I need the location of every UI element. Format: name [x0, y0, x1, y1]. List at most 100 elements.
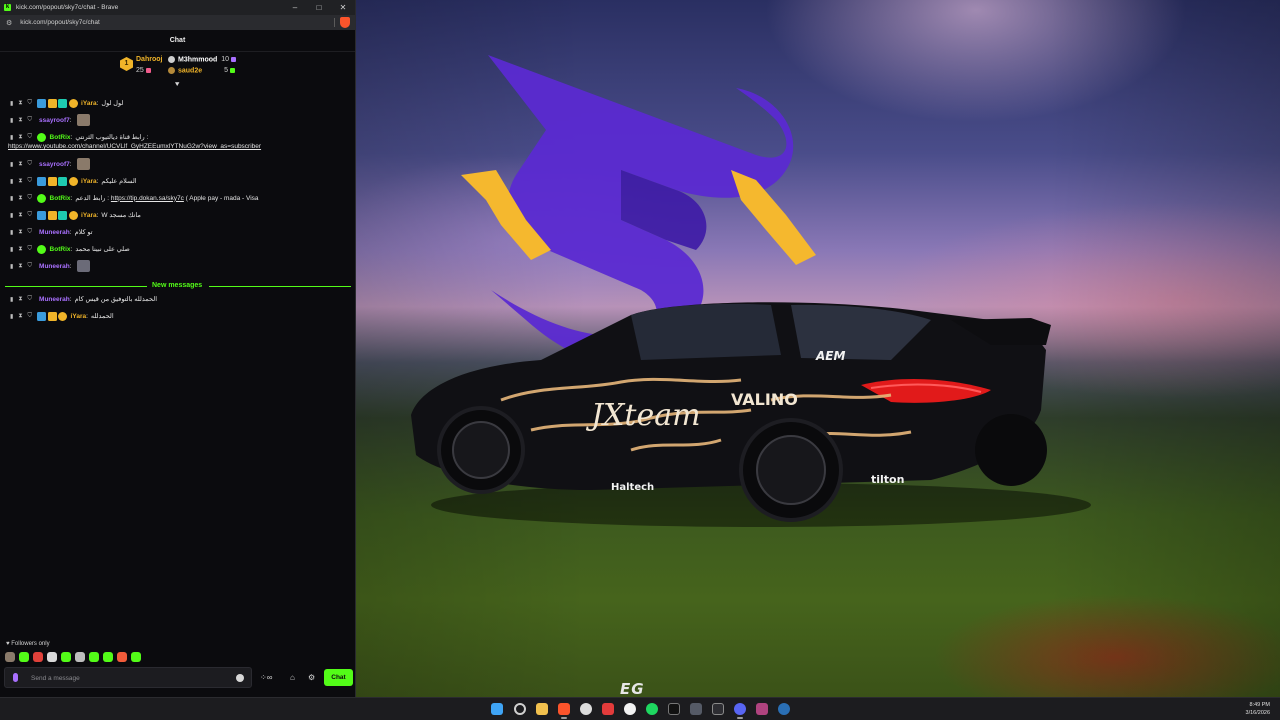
chat-username[interactable]: BotRix: [50, 134, 71, 141]
shield-mod-icon[interactable]: ⛉: [28, 178, 33, 185]
chat-message[interactable]: ▮ ⧗ ⛉ BotRix: رابط الدعم : https://tip.dok…: [10, 192, 259, 204]
window-titlebar[interactable]: k kick.com/popout/sky7c/chat - Brave – □…: [0, 0, 355, 15]
shield-mod-icon[interactable]: ⛉: [28, 246, 33, 253]
shield-mod-icon[interactable]: ⛉: [28, 263, 33, 270]
pin-icon[interactable]: ▮: [10, 161, 13, 168]
timeout-icon[interactable]: ⧗: [18, 117, 22, 124]
chat-username[interactable]: ssayroof7: [39, 117, 70, 124]
chat-username[interactable]: Muneerah: [39, 263, 70, 270]
youtube-link[interactable]: https://www.youtube.com/channel/UCVLlf_G…: [8, 143, 261, 150]
timeout-settings-button[interactable]: ⁘∞: [260, 673, 272, 682]
emote-button[interactable]: [117, 652, 127, 662]
gifter-1[interactable]: Dahrooj: [136, 56, 162, 63]
tip-link[interactable]: https://tip.dokan.sa/sky7c: [111, 195, 184, 202]
chat-username[interactable]: iYara: [71, 313, 87, 320]
chat-message[interactable]: ▮ ⧗ ⛉ BotRix: صلي على نبينا محمد: [10, 243, 130, 255]
timeout-icon[interactable]: ⧗: [18, 161, 22, 168]
search-icon[interactable]: [514, 703, 526, 715]
timeout-icon[interactable]: ⧗: [18, 263, 22, 270]
app-icon[interactable]: [602, 703, 614, 715]
pin-icon[interactable]: ▮: [10, 195, 13, 202]
pin-icon[interactable]: ▮: [10, 134, 13, 141]
close-button[interactable]: ✕: [331, 0, 355, 15]
chat-username[interactable]: BotRix: [50, 246, 71, 253]
chat-message[interactable]: ▮ ⧗ ⛉ BotRix: رابط قناة ديالتيوب الثرنتي :: [10, 131, 148, 143]
pin-icon[interactable]: ▮: [10, 263, 13, 270]
chat-message[interactable]: ▮ ⧗ ⛉ Muneerah: تو كلام: [10, 226, 93, 238]
address-bar[interactable]: ⚙ kick.com/popout/sky7c/chat: [0, 15, 355, 30]
chat-username[interactable]: iYara: [81, 212, 97, 219]
app-icon[interactable]: [668, 703, 680, 715]
brave-shield-icon[interactable]: [340, 17, 350, 28]
chat-username[interactable]: Muneerah: [39, 296, 70, 303]
chat-message[interactable]: ▮ ⧗ ⛉ ssayroof7:: [10, 158, 90, 170]
shield-mod-icon[interactable]: ⛉: [28, 161, 33, 168]
shield-mod-icon[interactable]: ⛉: [28, 296, 33, 303]
emote-button[interactable]: [47, 652, 57, 662]
pin-icon[interactable]: ▮: [10, 178, 13, 185]
timeout-icon[interactable]: ⧗: [18, 313, 22, 320]
mic-icon[interactable]: [13, 673, 18, 682]
file-explorer-icon[interactable]: [536, 703, 548, 715]
pin-icon[interactable]: ▮: [10, 212, 13, 219]
timeout-icon[interactable]: ⧗: [18, 296, 22, 303]
pin-icon[interactable]: ▮: [10, 100, 13, 107]
gifter-3[interactable]: saud2e 5: [168, 67, 236, 74]
chat-message[interactable]: ▮ ⧗ ⛉ iYara: لول لول: [10, 97, 123, 109]
timeout-icon[interactable]: ⧗: [18, 229, 22, 236]
timeout-icon[interactable]: ⧗: [18, 100, 22, 107]
settings-gear-icon[interactable]: ⚙: [308, 673, 315, 682]
send-chat-button[interactable]: Chat: [324, 669, 353, 686]
shield-mod-icon[interactable]: ⛉: [28, 195, 33, 202]
emote-button[interactable]: [5, 652, 15, 662]
chat-message[interactable]: ▮ ⧗ ⛉ Muneerah: الحمدلله بالتوفيق من قيس ك…: [10, 293, 157, 305]
xbox-icon[interactable]: [712, 703, 724, 715]
chat-username[interactable]: BotRix: [50, 195, 71, 202]
spotify-icon[interactable]: [646, 703, 658, 715]
pin-icon[interactable]: ▮: [10, 313, 13, 320]
maximize-button[interactable]: □: [307, 0, 331, 15]
chat-username[interactable]: ssayroof7: [39, 161, 70, 168]
shield-mod-icon[interactable]: ⛉: [28, 229, 33, 236]
windows-start-icon[interactable]: [491, 703, 503, 715]
emote-button[interactable]: [89, 652, 99, 662]
shield-mod-icon[interactable]: ⛉: [28, 117, 33, 124]
timeout-icon[interactable]: ⧗: [18, 178, 22, 185]
system-clock[interactable]: 8:49 PM 3/16/2026: [1246, 701, 1270, 717]
emoji-picker-icon[interactable]: [236, 674, 244, 682]
emote-button[interactable]: [19, 652, 29, 662]
expand-pinned-icon[interactable]: ⯆: [174, 80, 180, 90]
timeout-icon[interactable]: ⧗: [18, 195, 22, 202]
app-icon[interactable]: [690, 703, 702, 715]
chat-message[interactable]: ▮ ⧗ ⛉ iYara: الحمدلله: [10, 310, 114, 322]
url-text[interactable]: kick.com/popout/sky7c/chat: [20, 19, 99, 26]
shield-mod-icon[interactable]: ⛉: [28, 100, 33, 107]
emote-button[interactable]: [33, 652, 43, 662]
gifter-2[interactable]: M3hmmood 10: [168, 56, 237, 63]
emote-button[interactable]: [61, 652, 71, 662]
pin-icon[interactable]: ▮: [10, 229, 13, 236]
site-settings-icon[interactable]: ⚙: [6, 19, 12, 27]
minimize-button[interactable]: –: [283, 0, 307, 15]
discord-icon[interactable]: [734, 703, 746, 719]
chat-username[interactable]: iYara: [81, 178, 97, 185]
shield-mod-icon[interactable]: ⛉: [28, 134, 33, 141]
pin-icon[interactable]: ▮: [10, 117, 13, 124]
chat-username[interactable]: iYara: [81, 100, 97, 107]
store-icon[interactable]: ⌂: [290, 673, 295, 682]
emote-button[interactable]: [131, 652, 141, 662]
timeout-icon[interactable]: ⧗: [18, 246, 22, 253]
shield-mod-icon[interactable]: ⛉: [28, 313, 33, 320]
chat-message[interactable]: ▮ ⧗ ⛉ Muneerah:: [10, 260, 90, 272]
chat-username[interactable]: Muneerah: [39, 229, 70, 236]
chat-message[interactable]: ▮ ⧗ ⛉ iYara: W مانك مسجد: [10, 209, 141, 221]
timeout-icon[interactable]: ⧗: [18, 212, 22, 219]
app-icon[interactable]: [756, 703, 768, 715]
timeout-icon[interactable]: ⧗: [18, 134, 22, 141]
emote-button[interactable]: [75, 652, 85, 662]
brave-browser-icon[interactable]: [558, 703, 570, 719]
chat-input[interactable]: Send a message: [4, 667, 252, 688]
chat-message[interactable]: ▮ ⧗ ⛉ iYara: السلام عليكم: [10, 175, 137, 187]
app-icon[interactable]: [580, 703, 592, 715]
steam-icon[interactable]: [778, 703, 790, 715]
